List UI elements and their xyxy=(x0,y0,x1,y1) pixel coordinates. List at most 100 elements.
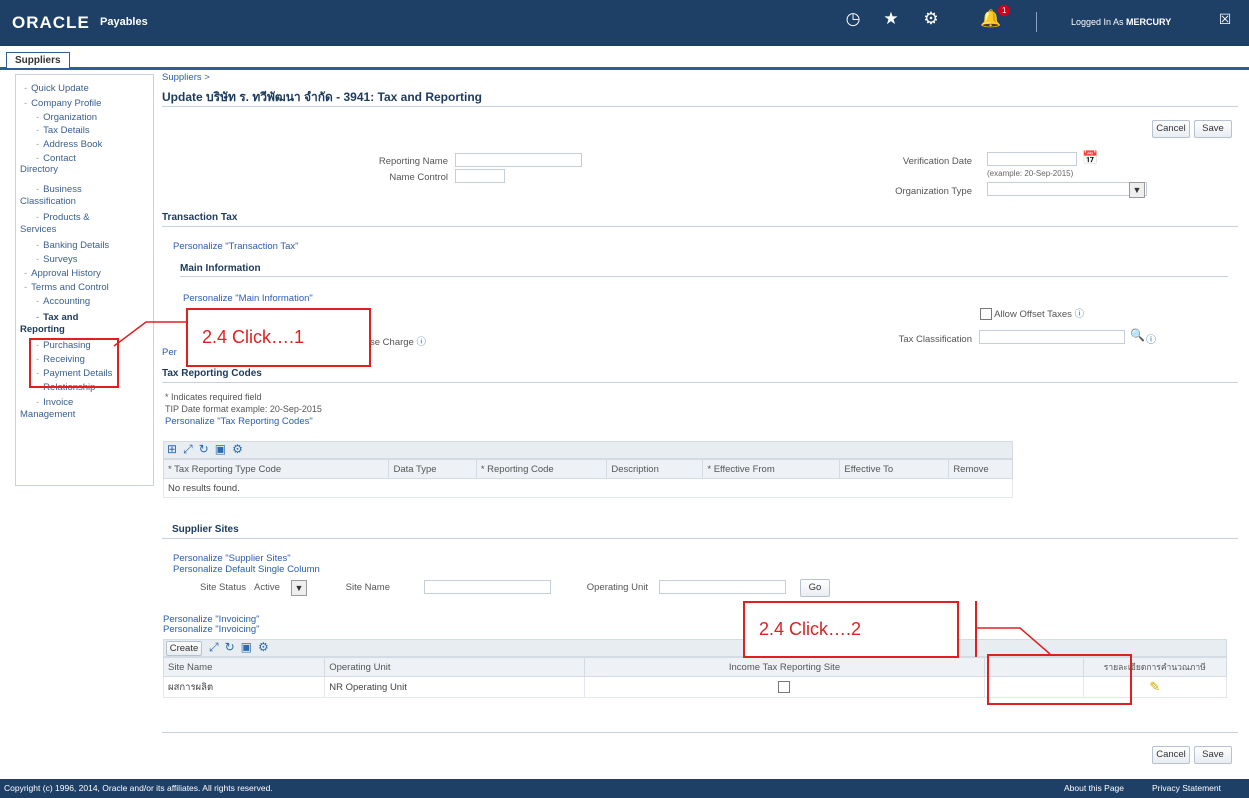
column-header[interactable]: Income Tax Reporting Site xyxy=(584,657,985,677)
nav-accounting[interactable]: - Accounting xyxy=(36,296,90,307)
income-tax-reporting-cell xyxy=(584,676,985,698)
column-header[interactable]: * Effective From xyxy=(702,459,841,479)
create-button[interactable]: Create xyxy=(166,641,202,656)
nav-services[interactable]: Services xyxy=(20,224,56,235)
calendar-icon[interactable]: 📅 xyxy=(1082,150,1098,166)
personalize-invoicing-link-2[interactable]: Personalize "Invoicing" xyxy=(163,624,260,635)
nav-label: Tax and xyxy=(43,312,79,323)
annotation-highlight-tax-details xyxy=(987,654,1132,705)
personalize-link-fragment[interactable]: Per xyxy=(162,347,177,358)
cancel-button-top[interactable]: Cancel xyxy=(1152,120,1190,138)
nav-terms-and-control[interactable]: - Terms and Control xyxy=(24,282,109,293)
annotation-pointer-2 xyxy=(976,627,1051,655)
tab-suppliers[interactable]: Suppliers xyxy=(6,52,70,68)
nav-business[interactable]: - Business xyxy=(36,184,82,195)
nav-approval-history[interactable]: - Approval History xyxy=(24,268,101,279)
chevron-down-icon[interactable]: ▼ xyxy=(291,580,307,596)
date-format-tip: TIP Date format example: 20-Sep-2015 xyxy=(165,404,322,414)
settings-gear-icon[interactable]: ⚙ xyxy=(258,640,269,655)
nav-surveys[interactable]: - Surveys xyxy=(36,254,78,265)
income-tax-reporting-checkbox[interactable] xyxy=(778,681,791,693)
nav-tax-and[interactable]: - Tax and xyxy=(36,312,78,323)
column-header[interactable]: Site Name xyxy=(162,657,326,677)
nav-label: Address Book xyxy=(43,139,103,150)
nav-contact[interactable]: - Contact xyxy=(36,153,76,164)
allow-offset-taxes[interactable]: Allow Offset Taxes ⓘ xyxy=(980,306,1085,321)
nav-quick-update[interactable]: - Quick Update xyxy=(24,83,89,94)
freeze-icon[interactable]: ▣ xyxy=(241,640,252,655)
nav-invoice[interactable]: - Invoice xyxy=(36,397,73,408)
column-header[interactable]: * Tax Reporting Type Code xyxy=(162,459,390,479)
nav-products[interactable]: - Products & xyxy=(36,212,90,223)
footer-bar: Copyright (c) 1996, 2014, Oracle and/or … xyxy=(0,779,1249,798)
column-header[interactable]: Description xyxy=(606,459,704,479)
column-header[interactable]: Operating Unit xyxy=(324,657,586,677)
personalize-trc-link[interactable]: Personalize "Tax Reporting Codes" xyxy=(165,416,313,427)
reporting-name-input[interactable] xyxy=(455,153,582,167)
nav-tax-details[interactable]: - Tax Details xyxy=(36,125,90,136)
history-icon[interactable]: ◷ xyxy=(842,9,864,29)
organization-type-select[interactable] xyxy=(987,182,1147,196)
section-rule xyxy=(162,226,1238,227)
column-header[interactable]: * Reporting Code xyxy=(475,459,608,479)
privacy-statement-link[interactable]: Privacy Statement xyxy=(1152,779,1221,798)
personalize-default-single-column-link[interactable]: Personalize Default Single Column xyxy=(173,564,320,575)
verification-date-input[interactable] xyxy=(987,152,1077,166)
info-icon[interactable]: ⓘ xyxy=(416,337,426,348)
save-button-top[interactable]: Save xyxy=(1194,120,1232,138)
site-name-cell[interactable]: ผสการผลิต xyxy=(162,676,326,698)
nav-organization[interactable]: - Organization xyxy=(36,112,97,123)
detach-icon[interactable]: ⤢ xyxy=(183,442,193,457)
tax-classification-input[interactable] xyxy=(979,330,1125,344)
personalize-transaction-tax-link[interactable]: Personalize "Transaction Tax" xyxy=(173,241,299,252)
required-field-note: * Indicates required field xyxy=(165,392,262,402)
copyright-text: Copyright (c) 1996, 2014, Oracle and/or … xyxy=(4,783,273,793)
nav-reporting[interactable]: Reporting xyxy=(20,324,65,335)
nav-management[interactable]: Management xyxy=(20,409,75,420)
info-icon[interactable]: ⓘ xyxy=(1146,331,1156,346)
annotation-highlight-tax-reporting xyxy=(29,338,119,388)
operating-unit-input[interactable] xyxy=(659,580,786,594)
nav-directory[interactable]: Directory xyxy=(20,164,58,175)
freeze-icon[interactable]: ▣ xyxy=(215,442,226,457)
logged-in-text: Logged In As MERCURY xyxy=(1071,17,1171,27)
personalize-main-information-link[interactable]: Personalize "Main Information" xyxy=(183,293,313,304)
breadcrumb[interactable]: Suppliers > xyxy=(162,72,210,83)
site-status-value: Active xyxy=(254,582,280,593)
nav-classification[interactable]: Classification xyxy=(20,196,76,207)
site-status-select[interactable]: Active xyxy=(254,582,280,593)
go-button[interactable]: Go xyxy=(800,579,830,597)
nav-label: Tax Details xyxy=(43,125,90,136)
cancel-button-bottom[interactable]: Cancel xyxy=(1152,746,1190,764)
settings-gear-icon[interactable]: ⚙ xyxy=(232,442,243,457)
favorites-star-icon[interactable]: ★ xyxy=(880,9,902,29)
detach-icon[interactable]: ⤢ xyxy=(209,640,219,655)
refresh-icon[interactable]: ↻ xyxy=(225,640,235,655)
info-icon[interactable]: ⓘ xyxy=(1075,309,1085,320)
nav-label: Company Profile xyxy=(31,98,102,109)
column-header[interactable]: Effective To xyxy=(839,459,950,479)
chevron-down-icon[interactable]: ▼ xyxy=(1129,182,1145,198)
column-header[interactable]: Remove xyxy=(948,459,1013,479)
personalize-supplier-sites-link[interactable]: Personalize "Supplier Sites" xyxy=(173,553,291,564)
logout-icon[interactable]: ☒ xyxy=(1214,11,1236,28)
tab-underline xyxy=(0,67,1249,70)
nav-label: Contact xyxy=(43,153,76,164)
site-name-input[interactable] xyxy=(424,580,551,594)
about-page-link[interactable]: About this Page xyxy=(1064,779,1124,798)
nav-label: Surveys xyxy=(43,254,78,265)
nav-company-profile[interactable]: - Company Profile xyxy=(24,98,101,109)
column-header[interactable]: Data Type xyxy=(388,459,477,479)
export-icon[interactable]: ⊞ xyxy=(167,442,177,457)
nav-banking-details[interactable]: - Banking Details xyxy=(36,240,109,251)
allow-offset-checkbox[interactable] xyxy=(980,308,992,321)
settings-gear-icon[interactable]: ⚙ xyxy=(920,9,942,29)
annotation-callout-1: 2.4 Click….1 xyxy=(186,308,371,367)
section-rule xyxy=(162,538,1238,539)
name-control-input[interactable] xyxy=(455,169,505,183)
refresh-icon[interactable]: ↻ xyxy=(199,442,209,457)
nav-label: Approval History xyxy=(31,268,101,279)
search-icon[interactable]: 🔍 xyxy=(1130,328,1145,342)
save-button-bottom[interactable]: Save xyxy=(1194,746,1232,764)
nav-address-book[interactable]: - Address Book xyxy=(36,139,102,150)
